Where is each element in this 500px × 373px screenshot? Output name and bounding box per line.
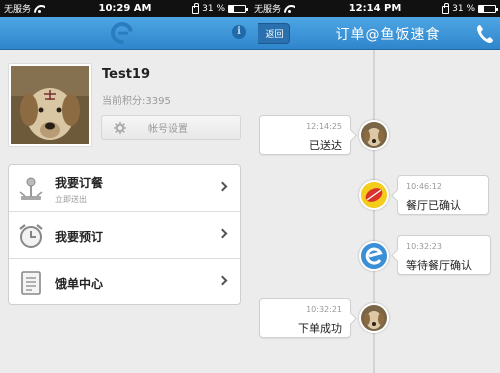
back-button-label: 返回 bbox=[265, 30, 284, 40]
timeline-event: 10:32:23 等待餐厅确认 bbox=[397, 235, 491, 275]
event-status: 等待餐厅确认 bbox=[406, 259, 472, 272]
status-bar-left: 无服务 10:29 AM 31 % bbox=[0, 0, 250, 17]
profile-avatar[interactable] bbox=[9, 64, 91, 146]
rotation-lock-icon bbox=[192, 2, 200, 14]
timeline-event: 12:14:25 已送达 bbox=[259, 115, 351, 155]
points-label: 当前积分:3395 bbox=[102, 96, 171, 107]
gear-icon bbox=[114, 122, 126, 134]
carrier-label: 无服务 bbox=[254, 5, 282, 15]
joystick-icon bbox=[19, 177, 43, 200]
account-settings-button[interactable]: 帐号设置 bbox=[101, 115, 241, 140]
battery-icon bbox=[478, 4, 498, 13]
menu-item-label: 饿单中心 bbox=[55, 277, 104, 291]
wifi-icon bbox=[284, 5, 295, 13]
alarm-clock-icon bbox=[19, 224, 43, 248]
event-time: 10:32:21 bbox=[306, 305, 342, 314]
timeline-event: 10:32:21 下单成功 bbox=[259, 298, 351, 338]
account-settings-label: 帐号设置 bbox=[148, 124, 188, 135]
carrier-group: 无服务 bbox=[4, 2, 45, 15]
e-logo-icon bbox=[359, 241, 389, 271]
carrier-label: 无服务 bbox=[4, 5, 32, 15]
chevron-right-icon bbox=[217, 275, 228, 286]
back-button[interactable]: 返回 bbox=[258, 23, 290, 44]
document-icon bbox=[21, 271, 41, 295]
battery-percent: 31 % bbox=[452, 3, 475, 14]
menu-item-label: 我要预订 bbox=[55, 230, 104, 244]
event-status: 餐厅已确认 bbox=[406, 199, 461, 212]
menu-item-order-food[interactable]: 我要订餐 立即送出 bbox=[9, 165, 240, 212]
e-logo-icon bbox=[106, 17, 138, 49]
clock: 10:29 AM bbox=[98, 3, 152, 14]
chevron-right-icon bbox=[217, 181, 228, 192]
phone-icon[interactable] bbox=[476, 24, 494, 44]
page-title: 订单@鱼饭速食 bbox=[335, 27, 441, 43]
right-header: 返回 订单@鱼饭速食 bbox=[250, 17, 500, 50]
main-menu: 我要订餐 立即送出 我要预订 饿单中心 bbox=[8, 164, 241, 305]
menu-item-reserve[interactable]: 我要预订 bbox=[9, 212, 240, 259]
wifi-icon bbox=[34, 5, 45, 13]
dog-avatar bbox=[359, 120, 389, 150]
menu-item-order-center[interactable]: 饿单中心 bbox=[9, 259, 240, 304]
chevron-right-icon bbox=[217, 228, 228, 239]
battery-group: 31 % bbox=[442, 2, 498, 14]
event-time: 10:46:12 bbox=[406, 182, 442, 191]
timeline-event: 10:46:12 餐厅已确认 bbox=[397, 175, 489, 215]
menu-item-sublabel: 立即送出 bbox=[55, 195, 87, 204]
username: Test19 bbox=[102, 67, 151, 82]
event-status: 下单成功 bbox=[298, 322, 342, 335]
rotation-lock-icon bbox=[442, 2, 450, 14]
event-time: 10:32:23 bbox=[406, 242, 442, 251]
battery-icon bbox=[228, 4, 248, 13]
info-button[interactable]: i bbox=[232, 25, 246, 39]
menu-item-label: 我要订餐 bbox=[55, 176, 104, 190]
event-time: 12:14:25 bbox=[306, 122, 342, 131]
status-bar-right: 无服务 12:14 PM 31 % bbox=[250, 0, 500, 17]
dog-avatar bbox=[11, 66, 89, 144]
restaurant-logo-icon bbox=[359, 180, 389, 210]
event-status: 已送达 bbox=[309, 139, 342, 152]
carrier-group: 无服务 bbox=[254, 2, 295, 15]
clock: 12:14 PM bbox=[348, 3, 402, 14]
battery-group: 31 % bbox=[192, 2, 248, 14]
battery-percent: 31 % bbox=[202, 3, 225, 14]
dog-avatar bbox=[359, 303, 389, 333]
left-header: i bbox=[0, 17, 250, 50]
